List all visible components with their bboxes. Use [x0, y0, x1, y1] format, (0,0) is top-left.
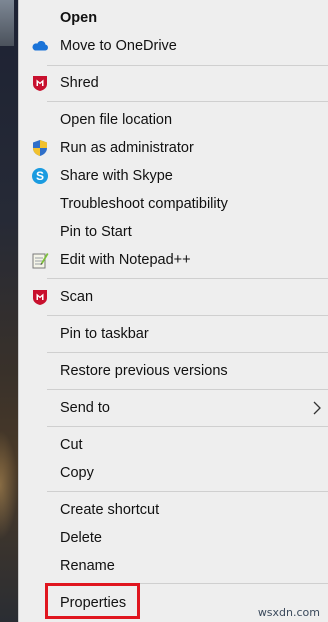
menu-item-pin-to-taskbar[interactable]: Pin to taskbar — [19, 320, 328, 348]
notepad-plus-plus-icon — [31, 251, 49, 269]
menu-item-shred[interactable]: Shred — [19, 69, 328, 97]
menu-item-label: Run as administrator — [60, 140, 194, 156]
menu-item-edit-with-notepad-plus-plus[interactable]: Edit with Notepad++ — [19, 246, 328, 274]
uac-shield-icon — [31, 139, 49, 157]
menu-item-restore-previous-versions[interactable]: Restore previous versions — [19, 357, 328, 385]
menu-item-troubleshoot-compatibility[interactable]: Troubleshoot compatibility — [19, 190, 328, 218]
menu-item-label: Send to — [60, 400, 110, 416]
mcafee-shield-icon — [31, 288, 49, 306]
menu-item-label: Delete — [60, 530, 102, 546]
skype-icon: S — [31, 167, 49, 185]
menu-item-label: Copy — [60, 465, 94, 481]
menu-item-create-shortcut[interactable]: Create shortcut — [19, 496, 328, 524]
menu-item-label: Open file location — [60, 112, 173, 128]
chevron-right-icon — [312, 401, 322, 415]
menu-item-scan[interactable]: Scan — [19, 283, 328, 311]
menu-item-label: Shred — [60, 75, 99, 91]
menu-separator — [47, 315, 328, 316]
menu-separator — [47, 65, 328, 66]
menu-item-send-to[interactable]: Send to — [19, 394, 328, 422]
menu-item-label: Open — [60, 10, 98, 26]
screenshot-stage: Open Move to OneDrive Shred Open file lo… — [0, 0, 328, 622]
menu-item-label: Rename — [60, 558, 115, 574]
menu-item-share-with-skype[interactable]: S Share with Skype — [19, 162, 328, 190]
properties-highlight-box — [45, 583, 140, 619]
menu-separator — [47, 352, 328, 353]
menu-item-pin-to-start[interactable]: Pin to Start — [19, 218, 328, 246]
menu-separator — [47, 278, 328, 279]
menu-item-delete[interactable]: Delete — [19, 524, 328, 552]
menu-separator — [47, 389, 328, 390]
menu-item-label: Move to OneDrive — [60, 38, 177, 54]
menu-item-copy[interactable]: Copy — [19, 459, 328, 487]
menu-item-open[interactable]: Open — [19, 4, 328, 32]
menu-item-label: Troubleshoot compatibility — [60, 196, 228, 212]
watermark: wsxdn.com — [257, 606, 320, 619]
desktop-wallpaper — [0, 0, 18, 622]
wallpaper-glint — [0, 0, 14, 46]
menu-item-label: Edit with Notepad++ — [60, 252, 191, 268]
menu-item-label: Create shortcut — [60, 502, 160, 518]
menu-item-cut[interactable]: Cut — [19, 431, 328, 459]
menu-item-open-file-location[interactable]: Open file location — [19, 106, 328, 134]
wallpaper-haze — [0, 430, 18, 540]
menu-item-run-as-administrator[interactable]: Run as administrator — [19, 134, 328, 162]
menu-separator — [47, 101, 328, 102]
menu-item-rename[interactable]: Rename — [19, 552, 328, 580]
menu-item-label: Cut — [60, 437, 83, 453]
svg-text:S: S — [36, 169, 44, 183]
menu-item-label: Restore previous versions — [60, 363, 228, 379]
menu-separator — [47, 491, 328, 492]
menu-separator — [47, 426, 328, 427]
mcafee-shield-icon — [31, 74, 49, 92]
menu-item-label: Scan — [60, 289, 94, 305]
menu-item-label: Share with Skype — [60, 168, 173, 184]
onedrive-cloud-icon — [31, 37, 49, 55]
menu-item-label: Pin to Start — [60, 224, 132, 240]
context-menu: Open Move to OneDrive Shred Open file lo… — [18, 0, 328, 622]
menu-item-move-to-onedrive[interactable]: Move to OneDrive — [19, 32, 328, 60]
menu-item-label: Pin to taskbar — [60, 326, 149, 342]
